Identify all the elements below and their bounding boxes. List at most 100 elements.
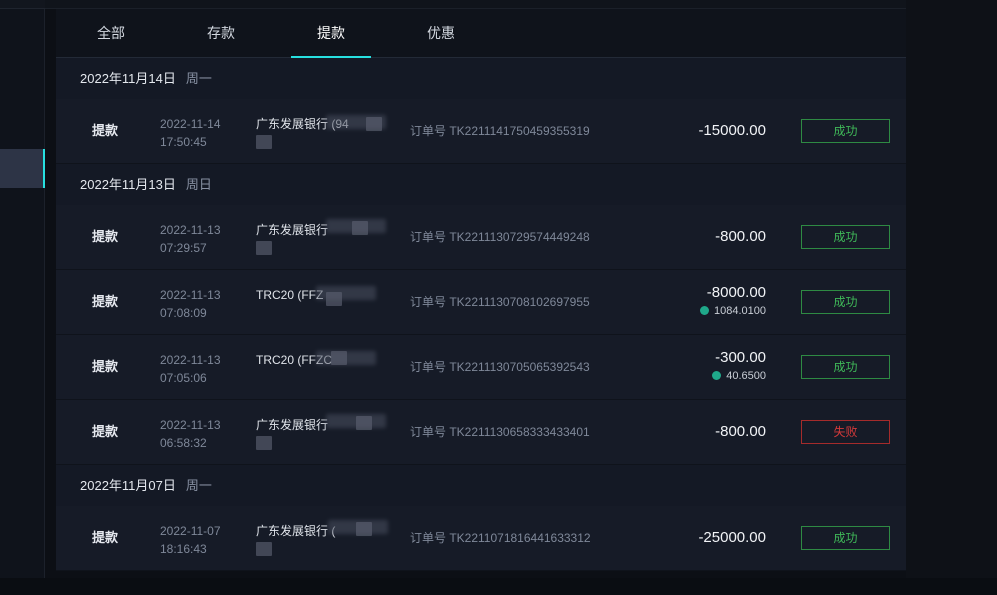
transaction-date-text: 2022-11-13 xyxy=(160,353,221,367)
order-number: 订单号 TK2211130708102697955 xyxy=(410,295,590,309)
redaction-mask xyxy=(256,542,272,556)
amount-value: -800.00 xyxy=(715,423,766,440)
transaction-row[interactable]: 提款 2022-11-07 18:16:43 广东发展银行 ( 订单号 TK221107… xyxy=(56,506,906,571)
transaction-date-text: 2022-11-13 xyxy=(160,418,221,432)
status-success-button[interactable]: 成功 xyxy=(801,290,890,314)
redaction-mask xyxy=(356,522,372,536)
transaction-clock-text: 06:58:32 xyxy=(160,436,207,450)
date-label: 2022年11月07日 xyxy=(80,478,176,493)
sidebar-item-active[interactable] xyxy=(0,149,45,188)
tab-all[interactable]: 全部 xyxy=(71,9,151,58)
transaction-clock-text: 17:50:45 xyxy=(160,135,207,149)
transaction-type: 提款 xyxy=(92,359,119,374)
order-number: 订单号 TK2211130729574449248 xyxy=(410,230,590,244)
order-number: 订单号 TK2211071816441633312 xyxy=(410,531,591,545)
transaction-clock-text: 07:29:57 xyxy=(160,241,207,255)
status-success-button[interactable]: 成功 xyxy=(801,355,890,379)
status-success-button[interactable]: 成功 xyxy=(801,526,890,550)
redaction-mask xyxy=(331,351,347,365)
transaction-date-text: 2022-11-07 xyxy=(160,524,221,538)
redaction-mask xyxy=(256,436,272,450)
transaction-type: 提款 xyxy=(92,424,119,439)
transaction-date-text: 2022-11-14 xyxy=(160,117,221,131)
transaction-row[interactable]: 提款 2022-11-13 06:58:32 广东发展银行订单号 TK22111306… xyxy=(56,400,906,465)
amount: -15000.00 xyxy=(698,99,766,163)
date-label: 2022年11月13日 xyxy=(80,177,176,192)
sidebar-top xyxy=(0,0,45,9)
amount-value: -15000.00 xyxy=(698,122,766,139)
date-header: 2022年11月13日 周日 xyxy=(56,164,906,205)
order-number: 订单号 TK2211130705065392543 xyxy=(410,360,590,374)
transaction-clock-text: 18:16:43 xyxy=(160,542,207,556)
date-header: 2022年11月07日 周一 xyxy=(56,465,906,506)
tab-deposit[interactable]: 存款 xyxy=(181,9,261,58)
transaction-list: 2022年11月14日 周一 提款 2022-11-14 17:50:45 广东发展银行 … xyxy=(56,58,906,571)
weekday-label: 周日 xyxy=(185,177,212,192)
amount: -300.00 40.6500 xyxy=(712,349,766,382)
transaction-row[interactable]: 提款 2022-11-13 07:08:09 TRC20 (FFZ 订单号 TK2211… xyxy=(56,270,906,335)
sidebar xyxy=(0,0,45,578)
bottom-strip xyxy=(0,578,997,595)
transaction-time: 2022-11-13 07:05:06 xyxy=(160,351,221,387)
tab-withdraw[interactable]: 提款 xyxy=(291,9,371,58)
transaction-type: 提款 xyxy=(92,123,119,138)
date-header: 2022年11月14日 周一 xyxy=(56,58,906,99)
amount-value: -25000.00 xyxy=(698,529,766,546)
amount: -8000.00 1084.0100 xyxy=(700,284,766,317)
amount-value: -300.00 xyxy=(715,349,766,366)
amount: -25000.00 xyxy=(698,506,766,570)
tether-icon xyxy=(700,306,709,315)
redaction-mask xyxy=(326,292,342,306)
tab-bar: 全部 存款 提款 优惠 xyxy=(56,9,906,58)
usdt-value: 1084.0100 xyxy=(714,305,766,317)
transaction-row[interactable]: 提款 2022-11-13 07:29:57 广东发展银行订单号 TK22111307… xyxy=(56,205,906,270)
order-number: 订单号 TK2211130658333433401 xyxy=(410,425,590,439)
tab-promotion[interactable]: 优惠 xyxy=(401,9,481,58)
right-gutter xyxy=(906,0,997,595)
transaction-date-text: 2022-11-13 xyxy=(160,288,221,302)
bank-account: TRC20 (FFZC xyxy=(256,351,406,369)
status-success-button[interactable]: 成功 xyxy=(801,225,890,249)
weekday-label: 周一 xyxy=(185,478,212,493)
transaction-row[interactable]: 提款 2022-11-13 07:05:06 TRC20 (FFZC 订单号 TK221… xyxy=(56,335,906,400)
transaction-type: 提款 xyxy=(92,294,119,309)
redaction-mask xyxy=(256,241,272,255)
usdt-amount: 1084.0100 xyxy=(700,305,766,317)
transaction-date-text: 2022-11-13 xyxy=(160,223,221,237)
transaction-time: 2022-11-14 17:50:45 xyxy=(160,115,221,151)
bank-account: 广东发展银行 ( xyxy=(256,520,406,556)
page: 全部 存款 提款 优惠 2022年11月14日 周一 提款 2022-11-14 17:… xyxy=(0,0,997,595)
transaction-type: 提款 xyxy=(92,530,119,545)
bank-account: 广东发展银行 xyxy=(256,219,406,255)
usdt-amount: 40.6500 xyxy=(712,370,766,382)
redaction-mask xyxy=(316,286,376,300)
date-label: 2022年11月14日 xyxy=(80,71,176,86)
transaction-type: 提款 xyxy=(92,229,119,244)
amount: -800.00 xyxy=(715,400,766,464)
top-bar xyxy=(45,0,915,9)
transaction-row[interactable]: 提款 2022-11-14 17:50:45 广东发展银行 (94 订单号 TK2211… xyxy=(56,99,906,164)
status-success-button[interactable]: 成功 xyxy=(801,119,890,143)
bank-name: 广东发展银行 xyxy=(256,418,329,432)
redaction-mask xyxy=(366,117,382,131)
redaction-mask xyxy=(356,416,372,430)
tether-icon xyxy=(712,371,722,380)
transaction-time: 2022-11-07 18:16:43 xyxy=(160,522,221,558)
transaction-time: 2022-11-13 07:08:09 xyxy=(160,286,221,322)
transaction-time: 2022-11-13 07:29:57 xyxy=(160,221,221,257)
bank-name: 广东发展银行 ( xyxy=(256,524,336,538)
bank-name: 广东发展银行 xyxy=(256,223,329,237)
bank-account: 广东发展银行 (94 xyxy=(256,115,406,149)
transaction-panel: 全部 存款 提款 优惠 2022年11月14日 周一 提款 2022-11-14 17:… xyxy=(56,9,906,571)
amount-value: -8000.00 xyxy=(706,284,766,301)
bank-account: 广东发展银行 xyxy=(256,414,406,450)
amount: -800.00 xyxy=(715,205,766,269)
redaction-mask xyxy=(352,221,368,235)
bank-name: TRC20 (FFZ xyxy=(256,288,324,302)
transaction-time: 2022-11-13 06:58:32 xyxy=(160,416,221,452)
transaction-clock-text: 07:08:09 xyxy=(160,306,207,320)
order-number: 订单号 TK2211141750459355319 xyxy=(410,124,590,138)
status-failed-button[interactable]: 失败 xyxy=(801,420,890,444)
usdt-value: 40.6500 xyxy=(726,370,766,382)
redaction-mask xyxy=(256,135,272,149)
